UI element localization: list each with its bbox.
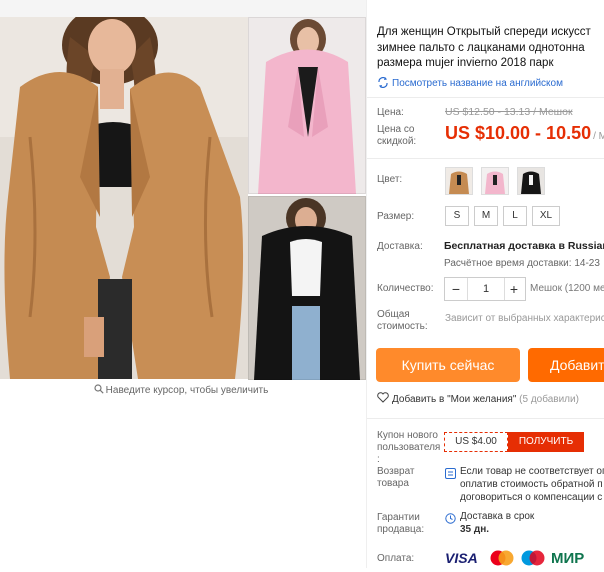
discount-price-value: US $10.00 - 10.50 — [445, 123, 592, 143]
zoom-hint: Наведите курсор, чтобы увеличить — [0, 384, 362, 397]
shipping-method[interactable]: Бесплатная доставка в Russian Fe — [444, 240, 604, 252]
color-swatch-brown[interactable] — [445, 167, 473, 195]
column-divider — [366, 0, 367, 568]
thumbnail-pink-coat[interactable] — [248, 17, 366, 194]
heart-icon — [377, 392, 389, 403]
total-note: Зависит от выбранных характерис — [445, 313, 604, 324]
visa-logo: VISA — [445, 550, 478, 566]
divider — [367, 158, 604, 159]
guarantee-text: Доставка в срок 35 дн. — [460, 510, 534, 536]
quantity-stepper: − 1 + — [444, 277, 526, 301]
divider — [367, 418, 604, 419]
return-line-2: оплатив стоимость обратной п — [460, 479, 603, 490]
gallery-top-strip — [0, 0, 366, 18]
quantity-input[interactable]: 1 — [467, 278, 505, 300]
size-option-xl[interactable]: XL — [532, 206, 560, 226]
swatch-pink-image — [482, 168, 508, 194]
quantity-decrease-button[interactable]: − — [445, 278, 467, 300]
color-swatch-black[interactable] — [517, 167, 545, 195]
size-option-m[interactable]: M — [474, 206, 498, 226]
quantity-label: Количество: — [377, 283, 434, 294]
mir-logo: МИР — [551, 550, 585, 567]
divider — [367, 97, 604, 98]
main-product-image[interactable] — [0, 17, 248, 379]
price-unit: / М — [593, 131, 604, 142]
return-label: Возврат товара — [377, 466, 415, 489]
magnifier-icon — [94, 384, 104, 397]
zoom-hint-text: Наведите курсор, чтобы увеличить — [105, 385, 269, 396]
quantity-unit-note: Мешок (1200 ме — [530, 283, 604, 294]
main-photo-illustration — [0, 17, 248, 379]
get-coupon-button[interactable]: ПОЛУЧИТЬ — [508, 432, 584, 452]
translate-title-link[interactable]: Посмотреть название на английском — [377, 77, 563, 89]
original-price: US $12.50 - 13.13 / Мешок — [445, 106, 573, 118]
product-title: Для женщин Открытый спереди искусст зимн… — [377, 26, 591, 69]
shipping-label: Доставка: — [377, 241, 423, 252]
quantity-increase-button[interactable]: + — [503, 278, 525, 300]
return-line-1: Если товар не соответствует оп — [460, 466, 604, 477]
mastercard-icon — [489, 549, 515, 567]
guarantee-line-1: Доставка в срок — [460, 511, 535, 522]
guarantee-line-2: 35 дн. — [460, 524, 490, 535]
return-policy-text: Если товар не соответствует оп оплатив с… — [460, 465, 604, 504]
thumbnail-black-coat[interactable] — [248, 196, 366, 380]
size-option-l[interactable]: L — [503, 206, 527, 226]
swatch-black-image — [518, 168, 544, 194]
swatch-brown-image — [446, 168, 472, 194]
total-label: Общая стоимость: — [377, 309, 428, 332]
wishlist-count: (5 добавили) — [519, 394, 579, 405]
price-label: Цена: — [377, 107, 404, 118]
size-label: Размер: — [377, 211, 415, 222]
shipping-time: Расчётное время доставки: 14-23 — [444, 258, 600, 269]
thumb-border — [248, 17, 366, 194]
coupon-label: Купон нового пользователя : — [377, 430, 441, 465]
clock-shield-icon — [445, 511, 456, 529]
color-label: Цвет: — [377, 174, 403, 185]
guarantee-label: Гарантии продавца: — [377, 512, 425, 535]
wishlist-label: Добавить в "Мои желания" — [392, 394, 517, 405]
buy-now-button[interactable]: Купить сейчас — [376, 348, 520, 382]
return-line-3: договориться о компенсации с — [460, 492, 603, 503]
maestro-icon — [520, 549, 546, 567]
color-swatch-pink[interactable] — [481, 167, 509, 195]
thumb-border — [248, 196, 366, 380]
coupon-value: US $4.00 — [444, 432, 508, 452]
translate-icon — [378, 77, 388, 88]
return-policy-icon — [445, 466, 456, 484]
wishlist-link[interactable]: Добавить в "Мои желания" (5 добавили) — [377, 392, 579, 405]
translate-link-text: Посмотреть название на английском — [392, 78, 563, 89]
size-option-s[interactable]: S — [445, 206, 469, 226]
discount-price: US $10.00 - 10.50/ М — [445, 123, 604, 144]
payment-label: Оплата: — [377, 553, 415, 564]
discount-price-label: Цена со скидкой: — [377, 124, 417, 147]
add-to-cart-button[interactable]: Добавит — [528, 348, 604, 382]
